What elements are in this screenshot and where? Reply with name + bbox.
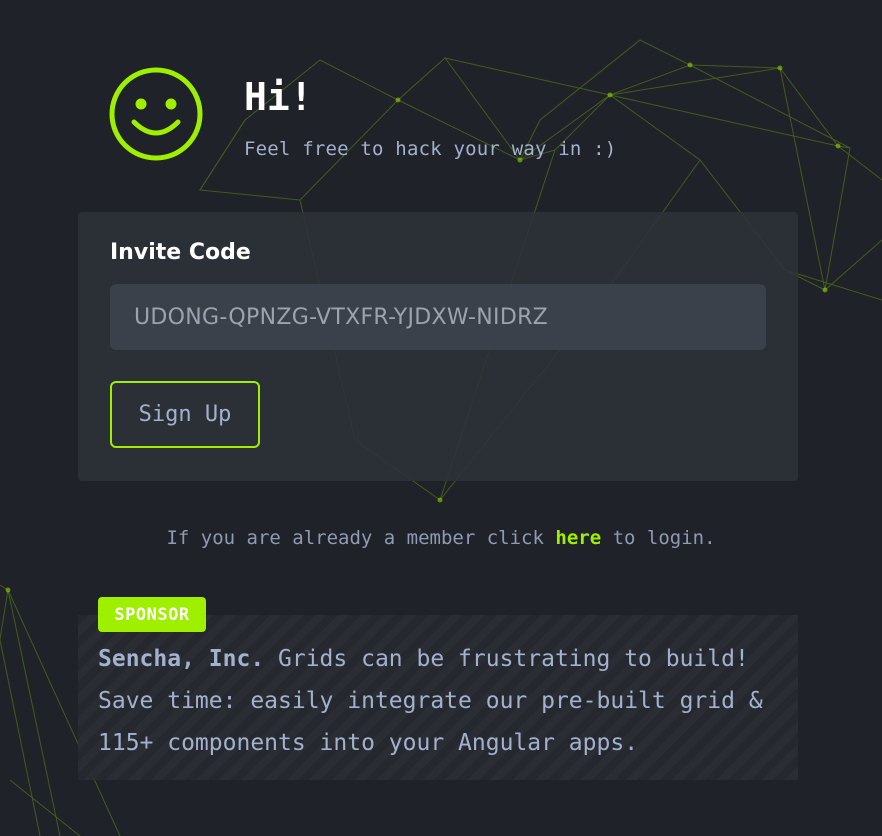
smiley-face-icon <box>109 67 203 161</box>
invite-code-label: Invite Code <box>110 240 251 265</box>
invite-code-input[interactable] <box>110 284 766 350</box>
page-title: Hi! <box>244 75 313 119</box>
sponsor-badge: SPONSOR <box>98 597 206 632</box>
login-prompt: If you are already a member click here t… <box>0 527 882 549</box>
sponsor-name: Sencha, Inc. <box>98 646 265 672</box>
login-prompt-prefix: If you are already a member click <box>166 527 556 549</box>
invite-card: Invite Code Sign Up <box>78 212 798 481</box>
sponsor-text[interactable]: Sencha, Inc. Grids can be frustrating to… <box>98 638 798 764</box>
sign-up-button[interactable]: Sign Up <box>110 381 260 448</box>
greeting-header: Hi! Feel free to hack your way in :) <box>108 66 616 162</box>
login-prompt-suffix: to login. <box>601 527 716 549</box>
header-text: Hi! Feel free to hack your way in :) <box>244 66 616 160</box>
login-link[interactable]: here <box>555 527 601 549</box>
page-subtitle: Feel free to hack your way in :) <box>244 138 617 160</box>
